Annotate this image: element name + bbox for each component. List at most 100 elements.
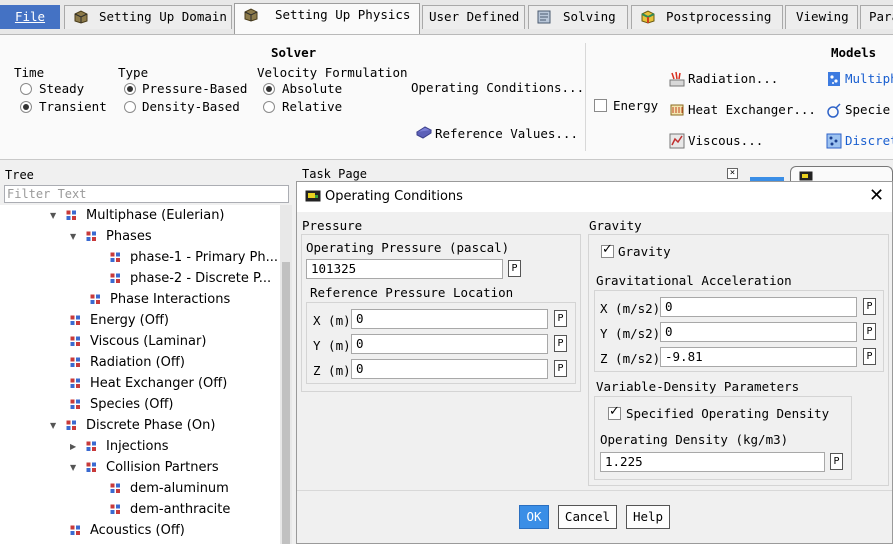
tab-postprocessing[interactable]: Postprocessing <box>631 5 783 29</box>
operating-density-input[interactable]: 1.225 <box>600 452 825 472</box>
tree-item-label: Collision Partners <box>106 460 219 475</box>
ref-z-label: Z (m) <box>313 363 351 378</box>
ref-y-label: Y (m) <box>313 338 351 353</box>
absolute-label: Absolute <box>282 81 343 96</box>
type-label: Type <box>118 65 149 80</box>
ref-x-label: X (m) <box>313 313 351 328</box>
tree-item-label: Phase Interactions <box>110 292 231 307</box>
task-page-close-icon[interactable]: × <box>727 168 738 179</box>
tab-parallel-label: Para <box>869 9 893 24</box>
tree-item-label: Acoustics (Off) <box>90 523 185 538</box>
tab-solving-label: Solving <box>563 9 616 24</box>
absolute-radio[interactable] <box>263 83 275 95</box>
tab-solving[interactable]: Solving <box>528 5 628 29</box>
ref-x-input[interactable]: 0 <box>351 309 548 329</box>
ref-z-input[interactable]: 0 <box>351 359 548 379</box>
tab-physics-label: Setting Up Physics <box>275 7 411 22</box>
gravity-z-input[interactable]: -9.81 <box>660 347 857 367</box>
tree-node-icon <box>110 273 120 283</box>
tab-file[interactable]: File <box>0 5 60 29</box>
steady-radio[interactable] <box>20 83 32 95</box>
tree-node-icon <box>86 462 96 472</box>
multiphase-button[interactable]: Multiph <box>845 71 893 86</box>
relative-label: Relative <box>282 99 343 114</box>
tab-parallel[interactable]: Para <box>860 5 893 29</box>
tree-node-icon <box>70 399 80 409</box>
pressure-based-radio[interactable] <box>124 83 136 95</box>
tree-item-label: Multiphase (Eulerian) <box>86 208 225 223</box>
ref-y-param-button[interactable]: P <box>554 335 567 352</box>
multiphase-icon <box>828 72 840 86</box>
tab-viewing-label: Viewing <box>796 9 849 24</box>
velocity-formulation-label: Velocity Formulation <box>257 65 408 80</box>
expand-arrow-icon[interactable]: ▼ <box>70 226 80 247</box>
tab-setting-up-domain[interactable]: Setting Up Domain <box>64 5 232 29</box>
tab-file-label: File <box>14 9 46 24</box>
gravity-checkbox[interactable] <box>601 242 614 258</box>
tree-scrollbar-thumb[interactable] <box>282 262 290 544</box>
task-page-title: Task Page <box>302 167 368 181</box>
reference-values-button[interactable]: Reference Values... <box>435 126 578 141</box>
expand-arrow-icon[interactable]: ▼ <box>50 205 60 226</box>
species-button[interactable]: Specie <box>845 102 890 117</box>
ref-z-param-button[interactable]: P <box>554 360 567 377</box>
tree-node-icon <box>110 483 120 493</box>
tree-node-icon <box>66 210 76 220</box>
discrete-phase-button[interactable]: Discret <box>845 133 893 148</box>
operating-pressure-input[interactable]: 101325 <box>306 259 503 279</box>
ribbon-tab-bar: File Setting Up Domain Setting Up Physic… <box>0 0 893 35</box>
help-button[interactable]: Help <box>626 505 670 529</box>
specified-operating-density-checkbox[interactable] <box>608 404 621 420</box>
operating-pressure-param-button[interactable]: P <box>508 260 521 277</box>
tree-item-label: Energy (Off) <box>90 313 169 328</box>
graphics-window-icon <box>799 171 813 181</box>
dialog-separator <box>297 490 892 491</box>
tree-item-label: Species (Off) <box>90 397 174 412</box>
gravity-y-param-button[interactable]: P <box>863 323 876 340</box>
ref-x-param-button[interactable]: P <box>554 310 567 327</box>
solver-group-title: Solver <box>271 45 317 60</box>
tab-domain-label: Setting Up Domain <box>99 9 227 24</box>
gravity-x-input[interactable]: 0 <box>660 297 857 317</box>
gravity-z-param-button[interactable]: P <box>863 348 876 365</box>
ref-y-input[interactable]: 0 <box>351 334 548 354</box>
tab-setting-up-physics[interactable]: Setting Up Physics <box>234 3 420 34</box>
tree-node-icon <box>66 420 76 430</box>
cancel-button[interactable]: Cancel <box>558 505 617 529</box>
gravity-x-param-button[interactable]: P <box>863 298 876 315</box>
transient-radio[interactable] <box>20 101 32 113</box>
tree-header: Tree <box>5 168 34 182</box>
relative-radio[interactable] <box>263 101 275 113</box>
tree-item-label: Viscous (Laminar) <box>90 334 207 349</box>
heat-exchanger-button[interactable]: Heat Exchanger... <box>688 102 816 117</box>
ok-button[interactable]: OK <box>519 505 549 529</box>
operating-density-param-button[interactable]: P <box>830 453 843 470</box>
tab-viewing[interactable]: Viewing <box>785 5 858 29</box>
tree-node-icon <box>110 504 120 514</box>
gravity-y-input[interactable]: 0 <box>660 322 857 342</box>
postprocessing-icon <box>641 10 655 24</box>
operating-conditions-button[interactable]: Operating Conditions... <box>411 80 584 95</box>
viscous-button[interactable]: Viscous... <box>688 133 763 148</box>
ribbon-divider <box>585 43 586 151</box>
dialog-close-icon[interactable]: ✕ <box>869 185 884 207</box>
tree-item-label: dem-aluminum <box>130 481 229 496</box>
energy-label: Energy <box>613 98 659 113</box>
expand-arrow-icon[interactable]: ▼ <box>70 457 80 478</box>
gravity-checkbox-label: Gravity <box>618 244 671 259</box>
tree-node-icon <box>70 315 80 325</box>
graphics-window-tab[interactable] <box>790 166 893 181</box>
operating-conditions-dialog: Operating Conditions ✕ Pressure Operatin… <box>296 181 893 544</box>
density-based-radio[interactable] <box>124 101 136 113</box>
energy-checkbox[interactable] <box>594 99 607 112</box>
tab-user-defined[interactable]: User Defined <box>422 5 525 29</box>
radiation-button[interactable]: Radiation... <box>688 71 778 86</box>
tree-node-icon <box>70 525 80 535</box>
collapse-arrow-icon[interactable]: ▶ <box>70 436 80 457</box>
variable-density-title: Variable-Density Parameters <box>596 379 800 394</box>
tree-item-label: Discrete Phase (On) <box>86 418 216 433</box>
tree-item-label: dem-anthracite <box>130 502 231 517</box>
expand-arrow-icon[interactable]: ▼ <box>50 415 60 436</box>
tree-filter-input[interactable]: Filter Text <box>4 185 289 203</box>
gravity-group-title: Gravity <box>589 218 642 233</box>
